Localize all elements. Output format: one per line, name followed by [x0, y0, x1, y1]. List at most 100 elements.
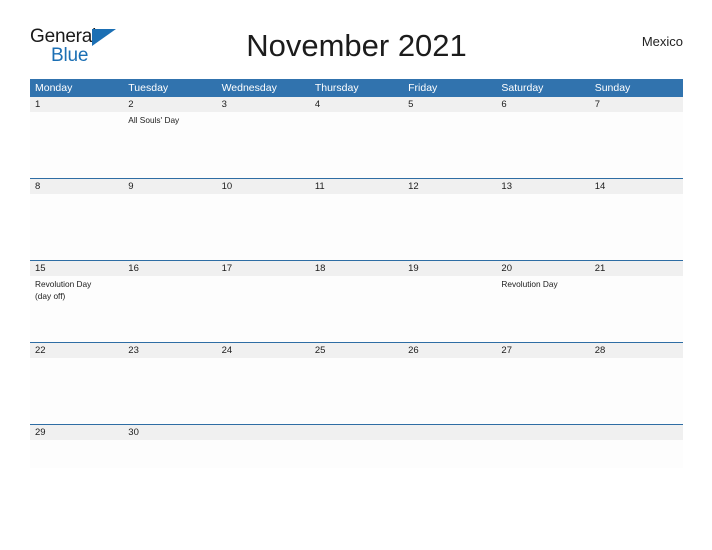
day-number[interactable]: 29: [30, 425, 123, 440]
week-event-strip: [30, 358, 683, 424]
calendar-week-row: 15 16 17 18 19 20 21 Revolution Day (day …: [30, 260, 683, 342]
day-events[interactable]: Revolution Day: [496, 276, 589, 342]
day-events[interactable]: [403, 276, 496, 342]
day-events[interactable]: [30, 358, 123, 424]
day-events[interactable]: [590, 276, 683, 342]
week-date-strip: 22 23 24 25 26 27 28: [30, 343, 683, 358]
calendar-week-row: 29 30: [30, 424, 683, 468]
day-events[interactable]: [590, 358, 683, 424]
calendar-week-row: 8 9 10 11 12 13 14: [30, 178, 683, 260]
event-label: Revolution Day: [501, 279, 558, 289]
day-number[interactable]: 14: [590, 179, 683, 194]
day-number: [590, 425, 683, 440]
day-number[interactable]: 25: [310, 343, 403, 358]
day-events[interactable]: [30, 440, 123, 468]
week-date-strip: 29 30: [30, 425, 683, 440]
day-number[interactable]: 17: [217, 261, 310, 276]
day-events[interactable]: Revolution Day (day off): [30, 276, 123, 342]
calendar-week-row: 22 23 24 25 26 27 28: [30, 342, 683, 424]
day-number: [496, 425, 589, 440]
day-events[interactable]: [123, 358, 216, 424]
day-number[interactable]: 9: [123, 179, 216, 194]
event-label: Revolution Day: [35, 279, 92, 289]
weekday-header-sunday: Sunday: [594, 82, 631, 94]
weekday-header-tuesday: Tuesday: [128, 82, 169, 94]
day-events[interactable]: All Souls' Day: [123, 112, 216, 178]
day-number[interactable]: 28: [590, 343, 683, 358]
calendar-page: General Blue November 2021 Mexico Monday…: [0, 0, 712, 550]
day-events[interactable]: [123, 440, 216, 468]
day-events[interactable]: [310, 194, 403, 260]
day-number[interactable]: 12: [403, 179, 496, 194]
day-number: [310, 425, 403, 440]
day-events[interactable]: [310, 358, 403, 424]
day-number[interactable]: 3: [217, 97, 310, 112]
day-events[interactable]: [30, 194, 123, 260]
day-number[interactable]: 5: [403, 97, 496, 112]
day-events[interactable]: [590, 112, 683, 178]
day-number[interactable]: 26: [403, 343, 496, 358]
page-header: General Blue November 2021 Mexico: [30, 22, 683, 70]
day-number[interactable]: 21: [590, 261, 683, 276]
day-events[interactable]: [403, 358, 496, 424]
day-number[interactable]: 4: [310, 97, 403, 112]
day-events: [496, 440, 589, 468]
day-number[interactable]: 20: [496, 261, 589, 276]
day-number[interactable]: 24: [217, 343, 310, 358]
day-number[interactable]: 16: [123, 261, 216, 276]
day-events[interactable]: [217, 276, 310, 342]
day-events[interactable]: [496, 112, 589, 178]
day-events[interactable]: [217, 358, 310, 424]
day-events: [590, 440, 683, 468]
day-events[interactable]: [590, 194, 683, 260]
weekday-header-row: Monday Tuesday Wednesday Thursday Friday…: [30, 79, 683, 97]
day-number[interactable]: 22: [30, 343, 123, 358]
week-date-strip: 15 16 17 18 19 20 21: [30, 261, 683, 276]
day-number[interactable]: 8: [30, 179, 123, 194]
day-events[interactable]: [403, 194, 496, 260]
day-number[interactable]: 15: [30, 261, 123, 276]
day-number[interactable]: 6: [496, 97, 589, 112]
day-events[interactable]: [310, 276, 403, 342]
calendar-grid: Monday Tuesday Wednesday Thursday Friday…: [30, 79, 683, 468]
day-number: [403, 425, 496, 440]
day-events[interactable]: [403, 112, 496, 178]
day-events[interactable]: [310, 112, 403, 178]
day-number: [217, 425, 310, 440]
calendar-week-row: 1 2 3 4 5 6 7 All Souls' Day: [30, 97, 683, 178]
day-number[interactable]: 30: [123, 425, 216, 440]
day-number[interactable]: 7: [590, 97, 683, 112]
day-number[interactable]: 13: [496, 179, 589, 194]
weekday-header-thursday: Thursday: [314, 82, 359, 94]
page-title: November 2021: [246, 28, 467, 63]
day-events[interactable]: [123, 194, 216, 260]
day-number[interactable]: 19: [403, 261, 496, 276]
weekday-header-monday: Monday: [35, 82, 73, 94]
week-event-strip: [30, 440, 683, 468]
day-number[interactable]: 2: [123, 97, 216, 112]
region-label: Mexico: [641, 34, 683, 49]
week-event-strip: All Souls' Day: [30, 112, 683, 178]
day-events: [310, 440, 403, 468]
event-label: All Souls' Day: [128, 115, 180, 125]
week-date-strip: 1 2 3 4 5 6 7: [30, 97, 683, 112]
day-events[interactable]: [30, 112, 123, 178]
day-events[interactable]: [496, 194, 589, 260]
day-events[interactable]: [123, 276, 216, 342]
weekday-header-wednesday: Wednesday: [221, 82, 277, 94]
week-date-strip: 8 9 10 11 12 13 14: [30, 179, 683, 194]
day-number[interactable]: 23: [123, 343, 216, 358]
day-number[interactable]: 18: [310, 261, 403, 276]
day-events[interactable]: [496, 358, 589, 424]
week-event-strip: Revolution Day (day off) Revolution Day: [30, 276, 683, 342]
weekday-header-saturday: Saturday: [501, 82, 544, 94]
day-number[interactable]: 11: [310, 179, 403, 194]
day-events: [217, 440, 310, 468]
day-number[interactable]: 1: [30, 97, 123, 112]
day-events: [403, 440, 496, 468]
day-number[interactable]: 10: [217, 179, 310, 194]
day-events[interactable]: [217, 194, 310, 260]
day-events[interactable]: [217, 112, 310, 178]
weekday-header-friday: Friday: [408, 82, 438, 94]
day-number[interactable]: 27: [496, 343, 589, 358]
